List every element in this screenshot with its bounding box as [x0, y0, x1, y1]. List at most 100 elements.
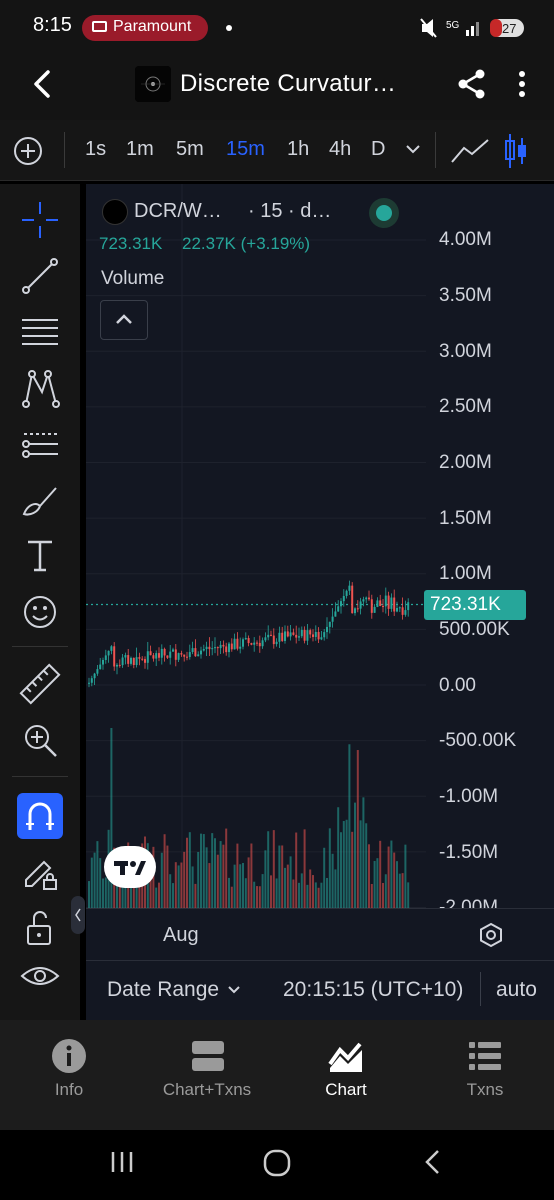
tradingview-logo-icon[interactable]	[104, 846, 156, 888]
trend-line-icon[interactable]	[18, 254, 62, 298]
nav-chart-txns[interactable]: Chart+Txns	[147, 1080, 267, 1100]
emoji-icon[interactable]	[18, 590, 62, 634]
tools-divider	[12, 776, 68, 777]
volume-bar	[172, 883, 174, 908]
unlock-icon[interactable]	[18, 906, 62, 950]
recent-apps-icon[interactable]	[108, 1148, 136, 1176]
volume-bar	[270, 875, 272, 908]
home-icon[interactable]	[262, 1148, 292, 1178]
zoom-in-icon[interactable]	[18, 718, 62, 762]
ruler-icon[interactable]	[18, 662, 62, 706]
volume-bar	[387, 846, 390, 908]
status-clock: 8:15	[33, 14, 72, 36]
volume-bar	[155, 887, 158, 908]
chevron-down-icon[interactable]	[226, 984, 242, 996]
candle-body	[326, 626, 328, 633]
market-status-dot	[376, 205, 392, 221]
candle-body	[135, 657, 138, 665]
candle-body	[323, 632, 326, 638]
auto-scale-button[interactable]: auto	[496, 978, 537, 1002]
tv-icon	[92, 21, 107, 32]
candle-body	[191, 648, 194, 653]
price-axis-label: 2.00M	[439, 452, 492, 473]
candlestick-chart-icon[interactable]	[504, 132, 528, 170]
pattern-icon[interactable]	[18, 366, 62, 410]
eye-icon[interactable]	[18, 954, 62, 998]
candle-body	[320, 637, 323, 640]
timeframe-D[interactable]: D	[371, 138, 385, 161]
candle-body	[121, 657, 124, 666]
nav-txns[interactable]: Txns	[425, 1080, 545, 1100]
volume-bar	[393, 852, 396, 908]
candle-body	[113, 646, 116, 667]
candle-body	[225, 646, 228, 653]
volume-bar	[317, 887, 320, 908]
volume-bar	[230, 886, 233, 908]
more-vert-icon[interactable]	[508, 66, 536, 102]
volume-bar	[309, 869, 312, 908]
candle-body	[233, 638, 236, 650]
split-view-icon[interactable]	[190, 1038, 226, 1074]
collapse-legend-button[interactable]	[100, 300, 148, 340]
timeframe-5m[interactable]: 5m	[176, 138, 204, 161]
volume-bar	[93, 852, 96, 908]
timeframe-1h[interactable]: 1h	[287, 138, 309, 161]
chevron-down-icon[interactable]	[404, 142, 422, 156]
volume-label[interactable]: Volume	[101, 268, 164, 290]
list-icon[interactable]	[467, 1038, 503, 1074]
price-axis-label: -1.50M	[439, 842, 499, 863]
volume-bar	[328, 828, 331, 908]
volume-bar	[205, 847, 208, 908]
info-icon[interactable]	[51, 1038, 87, 1074]
candle-body	[317, 631, 320, 640]
candle-body	[102, 659, 104, 665]
candle-body	[222, 644, 225, 647]
candle-body	[166, 655, 169, 658]
crosshair-icon[interactable]	[18, 198, 62, 242]
volume-bar	[90, 857, 93, 908]
timeframe-1m[interactable]: 1m	[126, 138, 154, 161]
volume-bar	[354, 802, 356, 908]
candle-body	[104, 655, 107, 660]
timeframe-15m[interactable]: 15m	[226, 138, 265, 161]
candle-body	[242, 639, 244, 647]
candle-body	[351, 585, 354, 614]
candle-body	[110, 646, 113, 651]
prediction-icon[interactable]	[18, 422, 62, 466]
price-axis-label: 500.00K	[439, 619, 510, 640]
add-symbol-icon[interactable]	[12, 135, 44, 167]
symbol-name[interactable]: DCR/W…	[134, 200, 222, 223]
nav-info[interactable]: Info	[9, 1080, 129, 1100]
volume-bar	[303, 829, 306, 908]
volume-bar	[211, 833, 214, 908]
timeframe-1s[interactable]: 1s	[85, 138, 106, 161]
symbol-interval[interactable]: · 15 · d…	[248, 200, 331, 223]
text-icon[interactable]	[18, 534, 62, 578]
chart-settings-icon[interactable]	[478, 922, 504, 948]
volume-bar	[334, 869, 337, 908]
date-range-button[interactable]: Date Range	[107, 978, 219, 1002]
candle-body	[334, 611, 337, 617]
lock-drawing-icon[interactable]	[18, 850, 62, 894]
back-arrow-icon[interactable]	[24, 66, 60, 102]
candle-body	[348, 585, 351, 591]
volume-bar	[233, 864, 236, 908]
volume-bar	[191, 866, 194, 908]
volume-bar	[180, 862, 183, 908]
volume-bar	[250, 843, 253, 908]
candle-body	[144, 659, 146, 663]
price-axis-label: 3.00M	[439, 341, 492, 362]
share-icon[interactable]	[454, 66, 490, 102]
timezone-clock[interactable]: 20:15:15 (UTC+10)	[283, 978, 463, 1002]
timeframe-4h[interactable]: 4h	[329, 138, 351, 161]
back-icon[interactable]	[420, 1148, 446, 1176]
candle-body	[365, 597, 368, 600]
nav-chart[interactable]: Chart	[286, 1080, 406, 1100]
chart-icon[interactable]	[328, 1038, 364, 1074]
candle-body	[314, 631, 317, 637]
fib-retracement-icon[interactable]	[18, 310, 62, 354]
line-chart-icon[interactable]	[450, 136, 490, 166]
volume-bar	[166, 845, 169, 908]
candle-body	[132, 657, 135, 665]
brush-icon[interactable]	[18, 478, 62, 522]
